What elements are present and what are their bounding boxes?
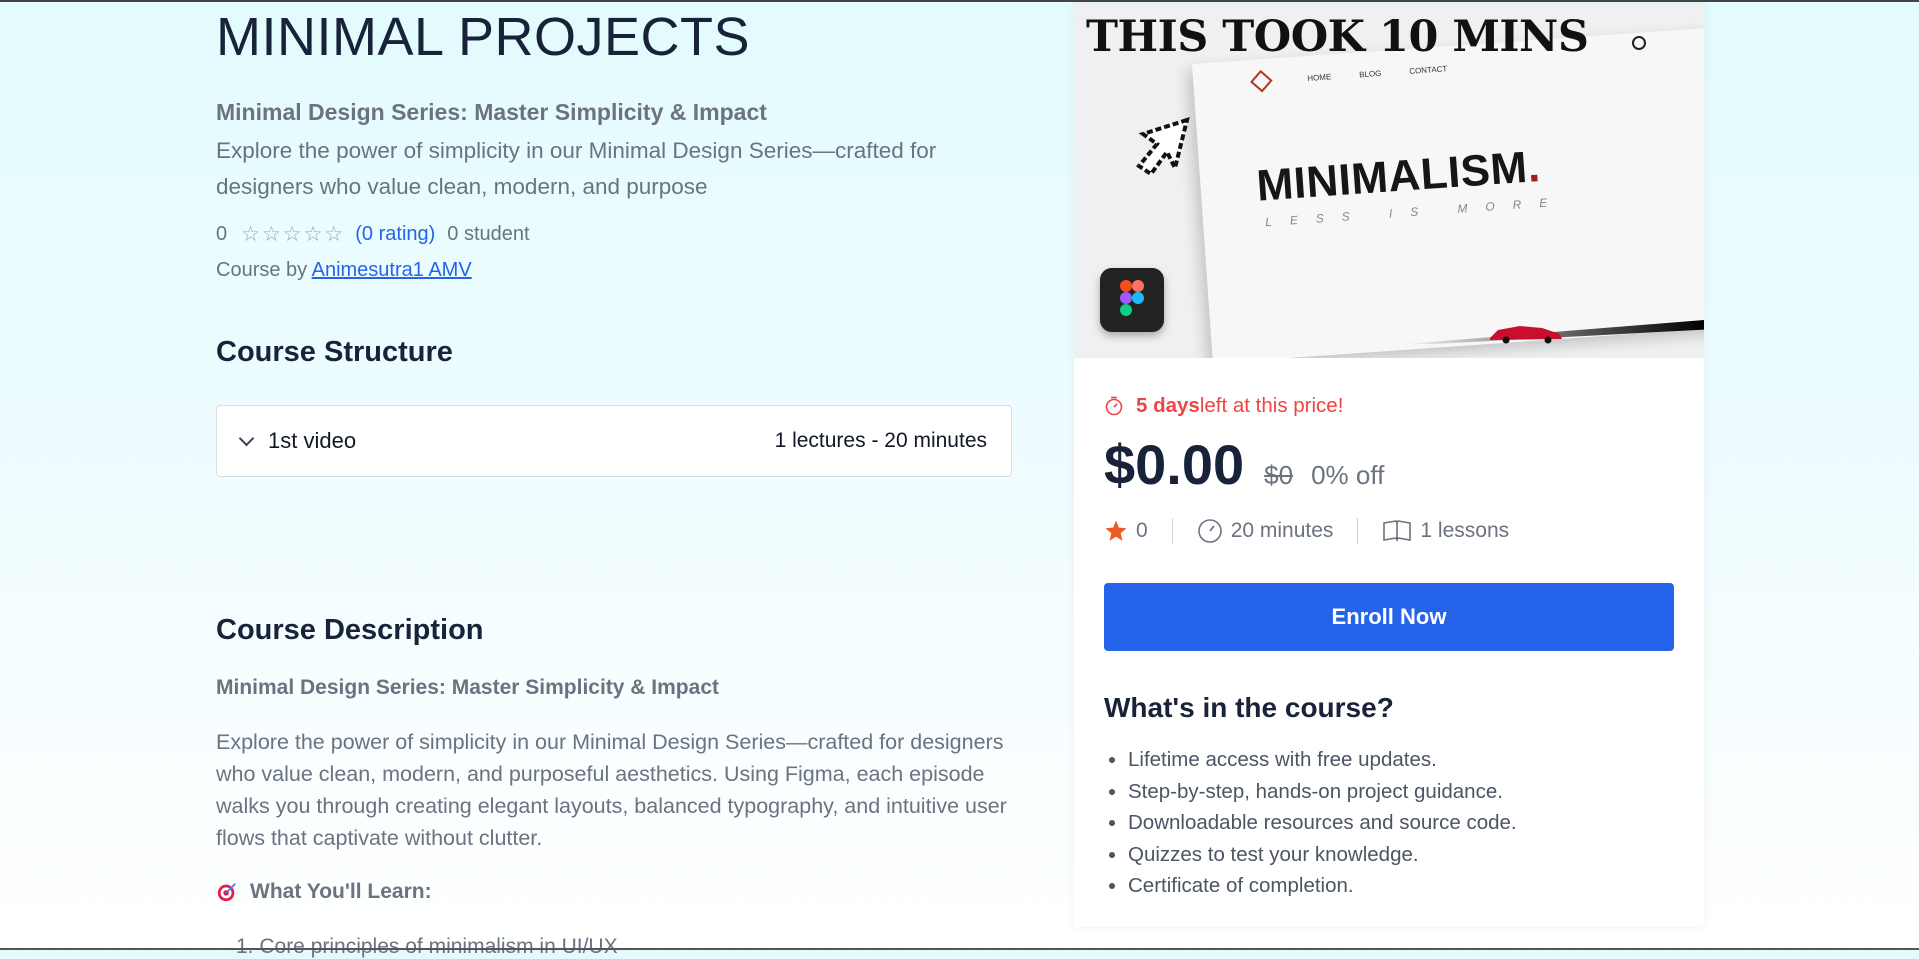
thumbnail-headline: THIS TOOK 10 MINS — [1086, 12, 1589, 62]
stat-duration: 20 minutes — [1197, 518, 1334, 544]
current-price: $0.00 — [1104, 433, 1245, 496]
mockup-nav-blog: BLOG — [1358, 68, 1382, 79]
author-link[interactable]: Animesutra1 AMV — [312, 259, 472, 281]
section-title-wrap: 1st video — [238, 428, 357, 454]
mockup-nav-home: HOME — [1306, 71, 1332, 83]
stat-rating: 0 — [1104, 519, 1148, 543]
clock-icon — [1197, 519, 1222, 543]
thumbnail-mockup: HOME BLOG CONTACT MINIMALISM. LESS IS MO… — [1192, 27, 1704, 358]
figma-icon — [1100, 268, 1164, 332]
stat-divider — [1171, 518, 1173, 544]
course-meta: 0 ☆☆☆☆☆ (0 rating) 0 student — [216, 222, 530, 247]
feature-item: Downloadable resources and source code. — [1128, 807, 1517, 839]
course-thumbnail[interactable]: HOME BLOG CONTACT MINIMALISM. LESS IS MO… — [1074, 4, 1704, 358]
stat-divider — [1357, 518, 1359, 544]
enroll-button[interactable]: Enroll Now — [1104, 583, 1674, 651]
section-summary: 1 lectures - 20 minutes — [774, 429, 987, 452]
star-icon — [1105, 520, 1127, 541]
rating-count-link[interactable]: (0 rating) — [355, 223, 435, 246]
course-subtitle: Minimal Design Series: Master Simplicity… — [216, 99, 767, 125]
learn-heading: What You'll Learn: — [216, 880, 432, 904]
course-features-list: Lifetime access with free updates. Step-… — [1104, 744, 1517, 902]
feature-item: Lifetime access with free updates. — [1128, 744, 1517, 776]
student-count: 0 student — [447, 223, 530, 245]
course-structure-heading: Course Structure — [216, 336, 453, 368]
feature-item: Step-by-step, hands-on project guidance. — [1128, 776, 1517, 808]
stat-duration-value: 20 minutes — [1230, 519, 1334, 542]
stat-lessons: 1 lessons — [1382, 519, 1509, 543]
discount-label: 0% off — [1311, 460, 1385, 490]
timer-days: 5 days — [1136, 394, 1200, 417]
description-body: Explore the power of simplicity in our M… — [216, 730, 1007, 850]
feature-item: Quizzes to test your knowledge. — [1128, 839, 1517, 871]
original-price: $0 — [1264, 460, 1294, 490]
course-title: MINIMAL PROJECTS — [216, 7, 751, 67]
enroll-card: HOME BLOG CONTACT MINIMALISM. LESS IS MO… — [1074, 4, 1704, 927]
close-icon — [1632, 36, 1646, 50]
learn-heading-text: What You'll Learn: — [250, 880, 432, 903]
rating-value: 0 — [216, 223, 228, 245]
target-icon — [217, 883, 236, 902]
course-stats: 0 20 minutes 1 lessons — [1104, 518, 1509, 544]
chevron-down-icon — [238, 430, 255, 446]
car-icon — [1490, 326, 1562, 344]
course-byline: Course by Animesutra1 AMV — [216, 259, 472, 282]
timer-rest: left at this price! — [1199, 394, 1344, 417]
stat-lessons-value: 1 lessons — [1420, 519, 1510, 542]
byline-prefix: Course by — [216, 259, 312, 281]
whats-in-course-heading: What's in the course? — [1104, 692, 1394, 723]
mockup-nav: HOME BLOG CONTACT — [1250, 60, 1448, 93]
rating-stars-icon: ☆☆☆☆☆ — [241, 223, 346, 246]
top-border — [0, 0, 1919, 2]
price-timer: 5 days left at this price! — [1104, 394, 1343, 418]
mockup-logo-icon — [1250, 69, 1273, 93]
course-description-heading: Course Description — [216, 614, 484, 646]
learn-item-1: 1. Core principles of minimalism in UI/U… — [236, 935, 618, 958]
stat-rating-value: 0 — [1136, 519, 1148, 542]
feature-item: Certificate of completion. — [1128, 870, 1517, 902]
section-accordion[interactable]: 1st video 1 lectures - 20 minutes — [216, 405, 1012, 477]
course-lead: Explore the power of simplicity in our M… — [216, 138, 937, 199]
timer-icon — [1105, 396, 1123, 416]
cursor-icon — [1136, 117, 1190, 177]
mockup-nav-contact: CONTACT — [1408, 63, 1448, 76]
mockup-word-dot: . — [1525, 142, 1542, 192]
price-row: $0.00 $0 0% off — [1104, 432, 1384, 497]
description-subheading: Minimal Design Series: Master Simplicity… — [216, 676, 719, 699]
book-icon — [1383, 520, 1412, 542]
section-title: 1st video — [268, 428, 357, 453]
